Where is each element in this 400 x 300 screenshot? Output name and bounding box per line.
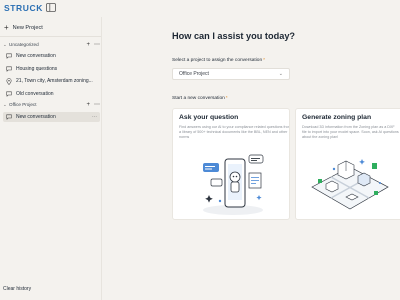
plus-icon: + bbox=[4, 23, 9, 32]
sidebar-item-housing-questions[interactable]: Housing questions bbox=[3, 64, 100, 74]
sidebar-toggle-icon[interactable] bbox=[46, 3, 56, 12]
group-header-uncategorized[interactable]: ⌄ Uncategorized + ⋯ bbox=[3, 40, 100, 49]
project-select[interactable]: Office Project ⌄ bbox=[172, 68, 290, 80]
required-mark: * bbox=[263, 58, 266, 63]
sidebar-item-office-new-conversation[interactable]: New conversation ⋯ bbox=[3, 112, 100, 122]
project-select-value: Office Project bbox=[179, 71, 209, 77]
sidebar-item-new-conversation[interactable]: New conversation bbox=[3, 51, 100, 61]
group-header-office-project[interactable]: ⌄ Office Project + ⋯ bbox=[3, 100, 100, 109]
chat-icon bbox=[6, 91, 12, 98]
sidebar-item-amsterdam-zoning[interactable]: 21, Town city, Amsterdam zoning... bbox=[3, 76, 100, 86]
sidebar-item-old-conversation[interactable]: Old conversation bbox=[3, 89, 100, 99]
clear-history-button[interactable]: Clear history bbox=[3, 286, 31, 292]
sidebar-border bbox=[101, 17, 102, 300]
card-description: Download 3D information from the Zoning … bbox=[302, 125, 399, 139]
more-options-icon[interactable]: ⋯ bbox=[92, 114, 97, 120]
chat-icon bbox=[6, 66, 12, 73]
project-select-label-text: Select a project to assign the conversat… bbox=[172, 58, 263, 63]
ask-question-card[interactable]: Ask your question Find answers using our… bbox=[172, 108, 290, 220]
group-label: Uncategorized bbox=[9, 42, 39, 47]
zoning-plan-illustration bbox=[311, 159, 389, 210]
add-conversation-icon[interactable]: + bbox=[86, 42, 90, 48]
new-conversation-label: Start a new conversation* bbox=[172, 96, 228, 101]
chat-icon bbox=[6, 114, 12, 121]
generate-zoning-plan-card[interactable]: Generate zoning plan Download 3D informa… bbox=[295, 108, 400, 220]
card-title: Generate zoning plan bbox=[302, 114, 372, 121]
chat-icon bbox=[6, 53, 12, 60]
new-conversation-label-text: Start a new conversation bbox=[172, 96, 225, 101]
more-options-icon[interactable]: ⋯ bbox=[94, 101, 100, 108]
sidebar-item-label: 21, Town city, Amsterdam zoning... bbox=[16, 78, 93, 84]
required-mark: * bbox=[225, 96, 228, 101]
add-conversation-icon[interactable]: + bbox=[86, 102, 90, 108]
project-select-label: Select a project to assign the conversat… bbox=[172, 58, 265, 63]
card-title: Ask your question bbox=[179, 114, 239, 121]
more-options-icon[interactable]: ⋯ bbox=[94, 41, 100, 48]
sidebar-item-label: New conversation bbox=[16, 114, 56, 120]
sidebar-item-label: Old conversation bbox=[16, 91, 54, 97]
chevron-down-icon: ⌄ bbox=[278, 71, 283, 77]
new-project-button[interactable]: + New Project bbox=[4, 23, 84, 33]
ask-question-illustration bbox=[203, 154, 264, 215]
page-title: How can I assist you today? bbox=[172, 31, 296, 41]
card-description: Find answers using our AI to your compli… bbox=[179, 125, 290, 139]
brand-logo: STRUCK bbox=[4, 3, 44, 13]
location-pin-icon bbox=[6, 77, 12, 85]
sidebar-item-label: Housing questions bbox=[16, 66, 58, 72]
sidebar-item-label: New conversation bbox=[16, 53, 56, 59]
new-project-label: New Project bbox=[12, 25, 43, 31]
group-label: Office Project bbox=[9, 102, 37, 107]
sidebar-divider bbox=[0, 36, 101, 37]
